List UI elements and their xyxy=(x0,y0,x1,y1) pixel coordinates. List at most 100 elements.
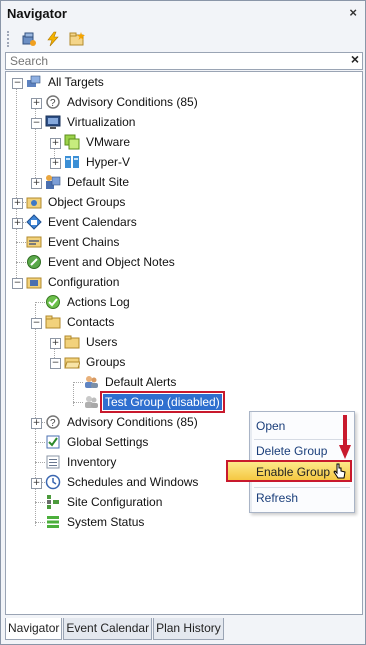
mouse-cursor-icon xyxy=(333,463,346,479)
tree-node-advisory-conditions-2[interactable]: ? Advisory Conditions (85) xyxy=(45,413,200,431)
tree-node-schedules[interactable]: Schedules and Windows xyxy=(45,473,200,491)
monitor-icon xyxy=(45,115,61,129)
collapse-contacts[interactable]: − xyxy=(31,318,42,329)
actions-log-icon xyxy=(46,295,60,309)
checkbox-settings-icon xyxy=(46,435,60,449)
lightning-icon[interactable] xyxy=(45,31,61,47)
tree-node-global-settings[interactable]: Global Settings xyxy=(45,433,150,451)
tree-node-object-groups[interactable]: Object Groups xyxy=(26,193,127,211)
collapse-all-targets[interactable]: − xyxy=(12,78,23,89)
site-icon xyxy=(46,175,61,189)
group-disabled-icon xyxy=(85,396,98,408)
inventory-icon xyxy=(46,455,60,469)
menu-item-open[interactable]: Open xyxy=(256,419,285,433)
collapse-configuration[interactable]: − xyxy=(12,278,23,289)
expand-default-site[interactable]: + xyxy=(31,178,42,189)
tree-label: Inventory xyxy=(67,455,117,469)
folder-icon xyxy=(45,315,61,329)
tree-label: Default Alerts xyxy=(105,375,177,389)
clear-search-icon[interactable]: × xyxy=(351,51,359,67)
navigator-panel: Navigator × × xyxy=(0,0,366,645)
tree-label: Object Groups xyxy=(48,195,126,209)
folder-star-icon[interactable] xyxy=(69,31,85,47)
tree-node-all-targets[interactable]: All Targets xyxy=(26,73,106,91)
tree-node-event-chains[interactable]: Event Chains xyxy=(26,233,121,251)
tree-node-hyperv[interactable]: Hyper-V xyxy=(64,153,132,171)
tree-node-test-group[interactable]: Test Group (disabled) xyxy=(83,391,225,413)
tree-node-default-alerts[interactable]: Default Alerts xyxy=(83,373,178,391)
collapse-groups[interactable]: − xyxy=(50,358,61,369)
expand-advisory-conditions[interactable]: + xyxy=(31,98,42,109)
targets-icon xyxy=(27,75,41,87)
schedules-icon xyxy=(45,474,61,490)
tab-event-calendar[interactable]: Event Calendar xyxy=(63,618,153,640)
tree-node-vmware[interactable]: VMware xyxy=(64,133,132,151)
tree-label: Event Chains xyxy=(48,235,120,249)
tab-navigator[interactable]: Navigator xyxy=(5,618,63,640)
system-status-icon xyxy=(47,516,59,528)
tree-label: Virtualization xyxy=(67,115,136,129)
tree-label: Global Settings xyxy=(67,435,149,449)
tree-label: Users xyxy=(86,335,118,349)
tree-label: Default Site xyxy=(67,175,130,189)
tree-node-event-calendars[interactable]: Event Calendars xyxy=(26,213,139,231)
configuration-icon xyxy=(26,277,42,289)
expand-advisory-conditions-2[interactable]: + xyxy=(31,418,42,429)
tree-label: Actions Log xyxy=(67,295,130,309)
tree-label: Schedules and Windows xyxy=(67,475,199,489)
add-target-icon[interactable] xyxy=(21,31,37,47)
expand-event-calendars[interactable]: + xyxy=(12,218,23,229)
search-input[interactable] xyxy=(6,53,344,69)
group-icon xyxy=(85,376,98,388)
tree-label: System Status xyxy=(67,515,145,529)
folder-icon xyxy=(64,335,80,349)
tree-node-groups[interactable]: Groups xyxy=(64,353,127,371)
svg-text:?: ? xyxy=(50,98,56,109)
expand-users[interactable]: + xyxy=(50,338,61,349)
tree-node-advisory-conditions[interactable]: ? Advisory Conditions (85) xyxy=(45,93,200,111)
menu-item-delete-group[interactable]: Delete Group xyxy=(256,444,327,458)
toolbar-grip[interactable] xyxy=(7,31,11,47)
expand-schedules[interactable]: + xyxy=(31,478,42,489)
tree-label: Advisory Conditions (85) xyxy=(67,415,198,429)
expand-object-groups[interactable]: + xyxy=(12,198,23,209)
down-arrow-icon xyxy=(339,415,351,459)
tree-node-users[interactable]: Users xyxy=(64,333,119,351)
tree-node-site-configuration[interactable]: Site Configuration xyxy=(45,493,164,511)
close-icon[interactable]: × xyxy=(349,5,357,20)
collapse-virtualization[interactable]: − xyxy=(31,118,42,129)
search-box: × xyxy=(5,51,363,70)
object-groups-icon xyxy=(26,197,42,209)
expand-vmware[interactable]: + xyxy=(50,138,61,149)
tree-label: VMware xyxy=(86,135,131,149)
event-chains-icon xyxy=(26,236,42,248)
site-configuration-icon xyxy=(47,495,59,509)
expand-hyperv[interactable]: + xyxy=(50,158,61,169)
toolbar xyxy=(7,29,85,49)
tree-label: Event Calendars xyxy=(48,215,137,229)
tree-node-actions-log[interactable]: Actions Log xyxy=(45,293,132,311)
menu-item-enable-group[interactable]: Enable Group xyxy=(256,465,330,479)
menu-item-refresh[interactable]: Refresh xyxy=(256,491,298,505)
tree-node-virtualization[interactable]: Virtualization xyxy=(45,113,137,131)
hyperv-icon xyxy=(65,156,79,168)
tree-label: All Targets xyxy=(48,75,104,89)
tree-label: Groups xyxy=(86,355,126,369)
panel-title: Navigator xyxy=(7,6,67,21)
tree-node-contacts[interactable]: Contacts xyxy=(45,313,116,331)
tree-label: Contacts xyxy=(67,315,115,329)
advisory-icon: ? xyxy=(46,95,60,109)
tree-node-event-notes[interactable]: Event and Object Notes xyxy=(26,253,177,271)
tree-node-configuration[interactable]: Configuration xyxy=(26,273,121,291)
advisory-icon: ? xyxy=(46,415,60,429)
tree-node-default-site[interactable]: Default Site xyxy=(45,173,131,191)
tree-node-system-status[interactable]: System Status xyxy=(45,513,146,531)
tree-label: Configuration xyxy=(48,275,120,289)
tree-node-inventory[interactable]: Inventory xyxy=(45,453,118,471)
tree-label: Event and Object Notes xyxy=(48,255,175,269)
vmware-icon xyxy=(64,134,80,150)
folder-open-icon xyxy=(64,357,80,369)
notes-icon xyxy=(27,255,41,269)
tab-plan-history[interactable]: Plan History xyxy=(153,618,224,640)
tree-label-selected: Test Group (disabled) xyxy=(100,391,225,413)
